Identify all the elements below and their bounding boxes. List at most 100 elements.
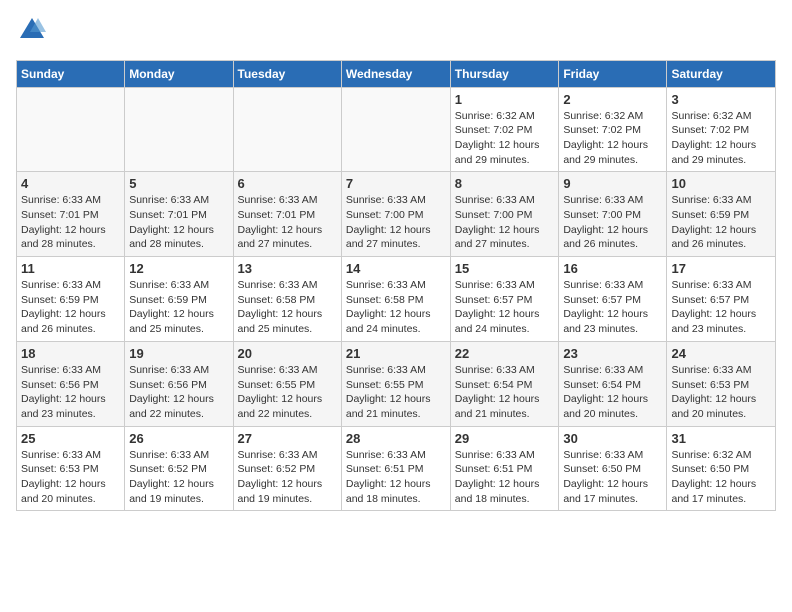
day-info: Sunrise: 6:33 AMSunset: 7:01 PMDaylight:…: [21, 193, 120, 252]
calendar-cell: [125, 87, 233, 172]
day-info: Sunrise: 6:33 AMSunset: 6:51 PMDaylight:…: [455, 448, 555, 507]
calendar-week-3: 11Sunrise: 6:33 AMSunset: 6:59 PMDayligh…: [17, 257, 776, 342]
day-info: Sunrise: 6:33 AMSunset: 6:50 PMDaylight:…: [563, 448, 662, 507]
day-header-sunday: Sunday: [17, 60, 125, 87]
day-number: 25: [21, 431, 120, 446]
calendar-week-1: 1Sunrise: 6:32 AMSunset: 7:02 PMDaylight…: [17, 87, 776, 172]
calendar-cell: 10 Sunrise: 6:33 AMSunset: 6:59 PMDayligh…: [667, 172, 776, 257]
page-header: [16, 16, 776, 50]
day-info: Sunrise: 6:33 AMSunset: 6:56 PMDaylight:…: [21, 363, 120, 422]
day-info: Sunrise: 6:33 AMSunset: 6:53 PMDaylight:…: [671, 363, 771, 422]
day-number: 27: [238, 431, 337, 446]
day-number: 9: [563, 176, 662, 191]
calendar-cell: 27 Sunrise: 6:33 AMSunset: 6:52 PMDayligh…: [233, 426, 341, 511]
calendar-cell: 28 Sunrise: 6:33 AMSunset: 6:51 PMDayligh…: [341, 426, 450, 511]
day-number: 22: [455, 346, 555, 361]
day-info: Sunrise: 6:33 AMSunset: 6:54 PMDaylight:…: [455, 363, 555, 422]
calendar-cell: 7Sunrise: 6:33 AMSunset: 7:00 PMDaylight…: [341, 172, 450, 257]
day-number: 31: [671, 431, 771, 446]
calendar-cell: 15 Sunrise: 6:33 AMSunset: 6:57 PMDayligh…: [450, 257, 559, 342]
day-info: Sunrise: 6:33 AMSunset: 7:01 PMDaylight:…: [129, 193, 228, 252]
day-info: Sunrise: 6:33 AMSunset: 6:55 PMDaylight:…: [346, 363, 446, 422]
calendar-cell: 11Sunrise: 6:33 AMSunset: 6:59 PMDayligh…: [17, 257, 125, 342]
day-number: 16: [563, 261, 662, 276]
calendar-cell: 25 Sunrise: 6:33 AMSunset: 6:53 PMDayligh…: [17, 426, 125, 511]
day-header-friday: Friday: [559, 60, 667, 87]
day-info: Sunrise: 6:32 AMSunset: 7:02 PMDaylight:…: [563, 109, 662, 168]
day-info: Sunrise: 6:33 AMSunset: 6:51 PMDaylight:…: [346, 448, 446, 507]
calendar-cell: [341, 87, 450, 172]
day-number: 23: [563, 346, 662, 361]
day-number: 14: [346, 261, 446, 276]
day-number: 13: [238, 261, 337, 276]
calendar-cell: 3 Sunrise: 6:32 AMSunset: 7:02 PMDaylight…: [667, 87, 776, 172]
calendar-cell: 20 Sunrise: 6:33 AMSunset: 6:55 PMDayligh…: [233, 341, 341, 426]
day-number: 6: [238, 176, 337, 191]
day-info: Sunrise: 6:33 AMSunset: 7:01 PMDaylight:…: [238, 193, 337, 252]
calendar-cell: [17, 87, 125, 172]
day-info: Sunrise: 6:33 AMSunset: 7:00 PMDaylight:…: [346, 193, 446, 252]
day-number: 21: [346, 346, 446, 361]
calendar-cell: 8Sunrise: 6:33 AMSunset: 7:00 PMDaylight…: [450, 172, 559, 257]
calendar-cell: 6 Sunrise: 6:33 AMSunset: 7:01 PMDaylight…: [233, 172, 341, 257]
calendar-cell: 4 Sunrise: 6:33 AMSunset: 7:01 PMDaylight…: [17, 172, 125, 257]
day-info: Sunrise: 6:33 AMSunset: 7:00 PMDaylight:…: [563, 193, 662, 252]
calendar-cell: 19 Sunrise: 6:33 AMSunset: 6:56 PMDayligh…: [125, 341, 233, 426]
calendar-cell: 2 Sunrise: 6:32 AMSunset: 7:02 PMDaylight…: [559, 87, 667, 172]
day-info: Sunrise: 6:33 AMSunset: 6:54 PMDaylight:…: [563, 363, 662, 422]
calendar-week-2: 4 Sunrise: 6:33 AMSunset: 7:01 PMDaylight…: [17, 172, 776, 257]
day-header-tuesday: Tuesday: [233, 60, 341, 87]
calendar-cell: 9 Sunrise: 6:33 AMSunset: 7:00 PMDaylight…: [559, 172, 667, 257]
day-number: 19: [129, 346, 228, 361]
day-number: 24: [671, 346, 771, 361]
calendar-cell: 29 Sunrise: 6:33 AMSunset: 6:51 PMDayligh…: [450, 426, 559, 511]
logo: [16, 16, 46, 50]
day-number: 18: [21, 346, 120, 361]
day-number: 29: [455, 431, 555, 446]
day-number: 3: [671, 92, 771, 107]
day-number: 20: [238, 346, 337, 361]
calendar-cell: [233, 87, 341, 172]
day-number: 15: [455, 261, 555, 276]
calendar-cell: 21 Sunrise: 6:33 AMSunset: 6:55 PMDayligh…: [341, 341, 450, 426]
day-header-thursday: Thursday: [450, 60, 559, 87]
day-number: 26: [129, 431, 228, 446]
calendar-cell: 31 Sunrise: 6:32 AMSunset: 6:50 PMDayligh…: [667, 426, 776, 511]
calendar-cell: 18 Sunrise: 6:33 AMSunset: 6:56 PMDayligh…: [17, 341, 125, 426]
calendar-week-4: 18 Sunrise: 6:33 AMSunset: 6:56 PMDayligh…: [17, 341, 776, 426]
calendar-cell: 17Sunrise: 6:33 AMSunset: 6:57 PMDayligh…: [667, 257, 776, 342]
calendar-week-5: 25 Sunrise: 6:33 AMSunset: 6:53 PMDayligh…: [17, 426, 776, 511]
day-info: Sunrise: 6:33 AMSunset: 6:57 PMDaylight:…: [455, 278, 555, 337]
day-info: Sunrise: 6:32 AMSunset: 7:02 PMDaylight:…: [455, 109, 555, 168]
day-info: Sunrise: 6:33 AMSunset: 6:58 PMDaylight:…: [238, 278, 337, 337]
day-number: 4: [21, 176, 120, 191]
day-info: Sunrise: 6:33 AMSunset: 6:58 PMDaylight:…: [346, 278, 446, 337]
day-info: Sunrise: 6:33 AMSunset: 6:59 PMDaylight:…: [129, 278, 228, 337]
calendar-cell: 22 Sunrise: 6:33 AMSunset: 6:54 PMDayligh…: [450, 341, 559, 426]
calendar-cell: 30Sunrise: 6:33 AMSunset: 6:50 PMDayligh…: [559, 426, 667, 511]
day-info: Sunrise: 6:33 AMSunset: 6:52 PMDaylight:…: [238, 448, 337, 507]
day-number: 12: [129, 261, 228, 276]
day-number: 10: [671, 176, 771, 191]
day-number: 2: [563, 92, 662, 107]
day-info: Sunrise: 6:33 AMSunset: 6:53 PMDaylight:…: [21, 448, 120, 507]
calendar-header-row: SundayMondayTuesdayWednesdayThursdayFrid…: [17, 60, 776, 87]
day-header-monday: Monday: [125, 60, 233, 87]
day-info: Sunrise: 6:33 AMSunset: 6:59 PMDaylight:…: [21, 278, 120, 337]
day-info: Sunrise: 6:33 AMSunset: 6:59 PMDaylight:…: [671, 193, 771, 252]
day-info: Sunrise: 6:33 AMSunset: 6:52 PMDaylight:…: [129, 448, 228, 507]
day-number: 5: [129, 176, 228, 191]
day-info: Sunrise: 6:33 AMSunset: 6:55 PMDaylight:…: [238, 363, 337, 422]
logo-icon: [18, 16, 46, 44]
calendar-cell: 14 Sunrise: 6:33 AMSunset: 6:58 PMDayligh…: [341, 257, 450, 342]
day-info: Sunrise: 6:32 AMSunset: 7:02 PMDaylight:…: [671, 109, 771, 168]
day-info: Sunrise: 6:32 AMSunset: 6:50 PMDaylight:…: [671, 448, 771, 507]
calendar-table: SundayMondayTuesdayWednesdayThursdayFrid…: [16, 60, 776, 512]
day-number: 17: [671, 261, 771, 276]
day-header-wednesday: Wednesday: [341, 60, 450, 87]
calendar-cell: 5 Sunrise: 6:33 AMSunset: 7:01 PMDaylight…: [125, 172, 233, 257]
day-number: 28: [346, 431, 446, 446]
calendar-cell: 12 Sunrise: 6:33 AMSunset: 6:59 PMDayligh…: [125, 257, 233, 342]
day-info: Sunrise: 6:33 AMSunset: 6:57 PMDaylight:…: [563, 278, 662, 337]
day-info: Sunrise: 6:33 AMSunset: 6:56 PMDaylight:…: [129, 363, 228, 422]
